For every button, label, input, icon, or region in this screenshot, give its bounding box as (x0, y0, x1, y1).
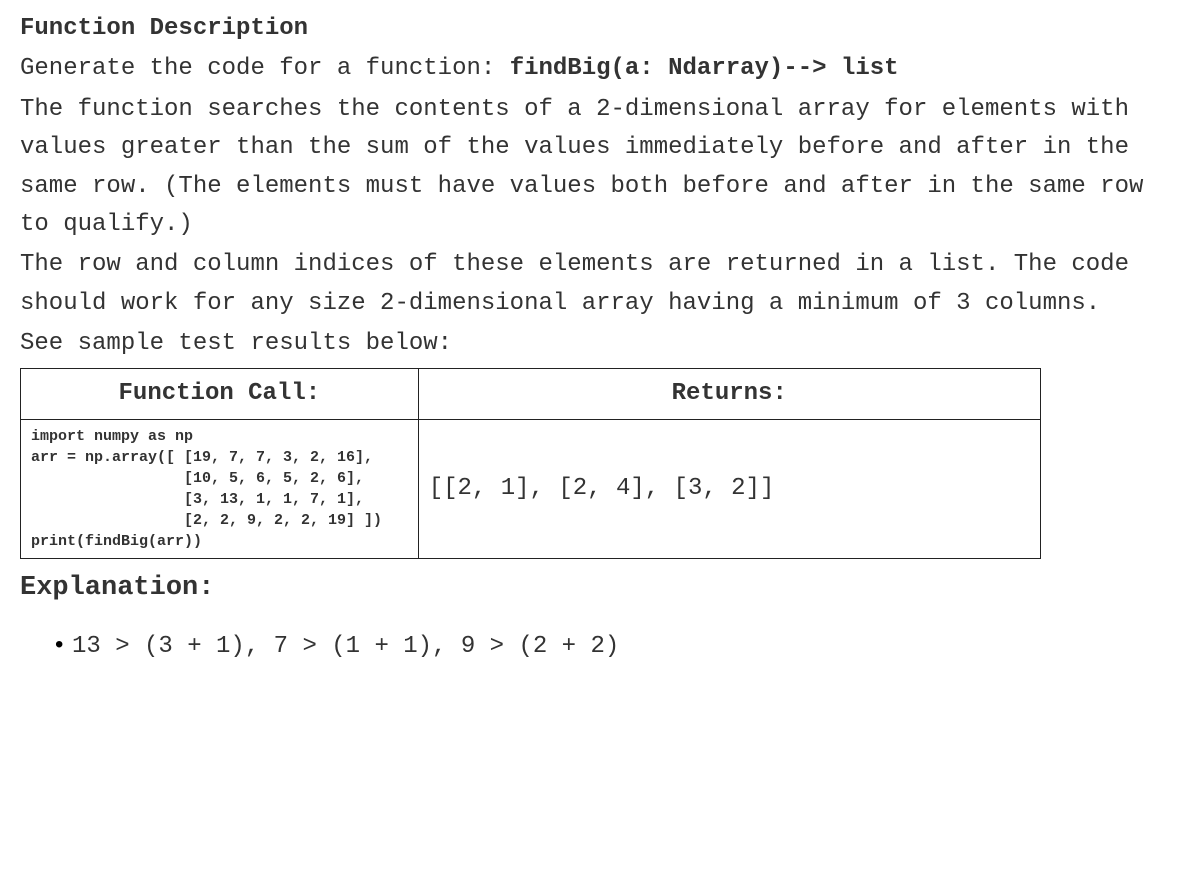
intro-paragraph: Generate the code for a function: findBi… (20, 50, 1180, 88)
function-call-code: import numpy as np arr = np.array([ [19,… (21, 419, 419, 558)
table-header-call: Function Call: (21, 368, 419, 419)
description-paragraph-1: The function searches the contents of a … (20, 91, 1180, 245)
function-signature: findBig(a: Ndarray)--> list (510, 55, 899, 82)
table-header-row: Function Call: Returns: (21, 368, 1041, 419)
section-heading: Function Description (20, 10, 1180, 48)
explanation-item: 13 > (3 + 1), 7 > (1 + 1), 9 > (2 + 2) (76, 628, 1180, 666)
table-data-row: import numpy as np arr = np.array([ [19,… (21, 419, 1041, 558)
example-table: Function Call: Returns: import numpy as … (20, 368, 1041, 559)
explanation-heading: Explanation: (20, 567, 1180, 610)
explanation-list: 13 > (3 + 1), 7 > (1 + 1), 9 > (2 + 2) (20, 628, 1180, 666)
description-paragraph-3: See sample test results below: (20, 325, 1180, 363)
intro-prefix: Generate the code for a function: (20, 55, 510, 82)
table-header-returns: Returns: (418, 368, 1040, 419)
returns-value: [[2, 1], [2, 4], [3, 2]] (418, 419, 1040, 558)
description-paragraph-2: The row and column indices of these elem… (20, 246, 1180, 323)
